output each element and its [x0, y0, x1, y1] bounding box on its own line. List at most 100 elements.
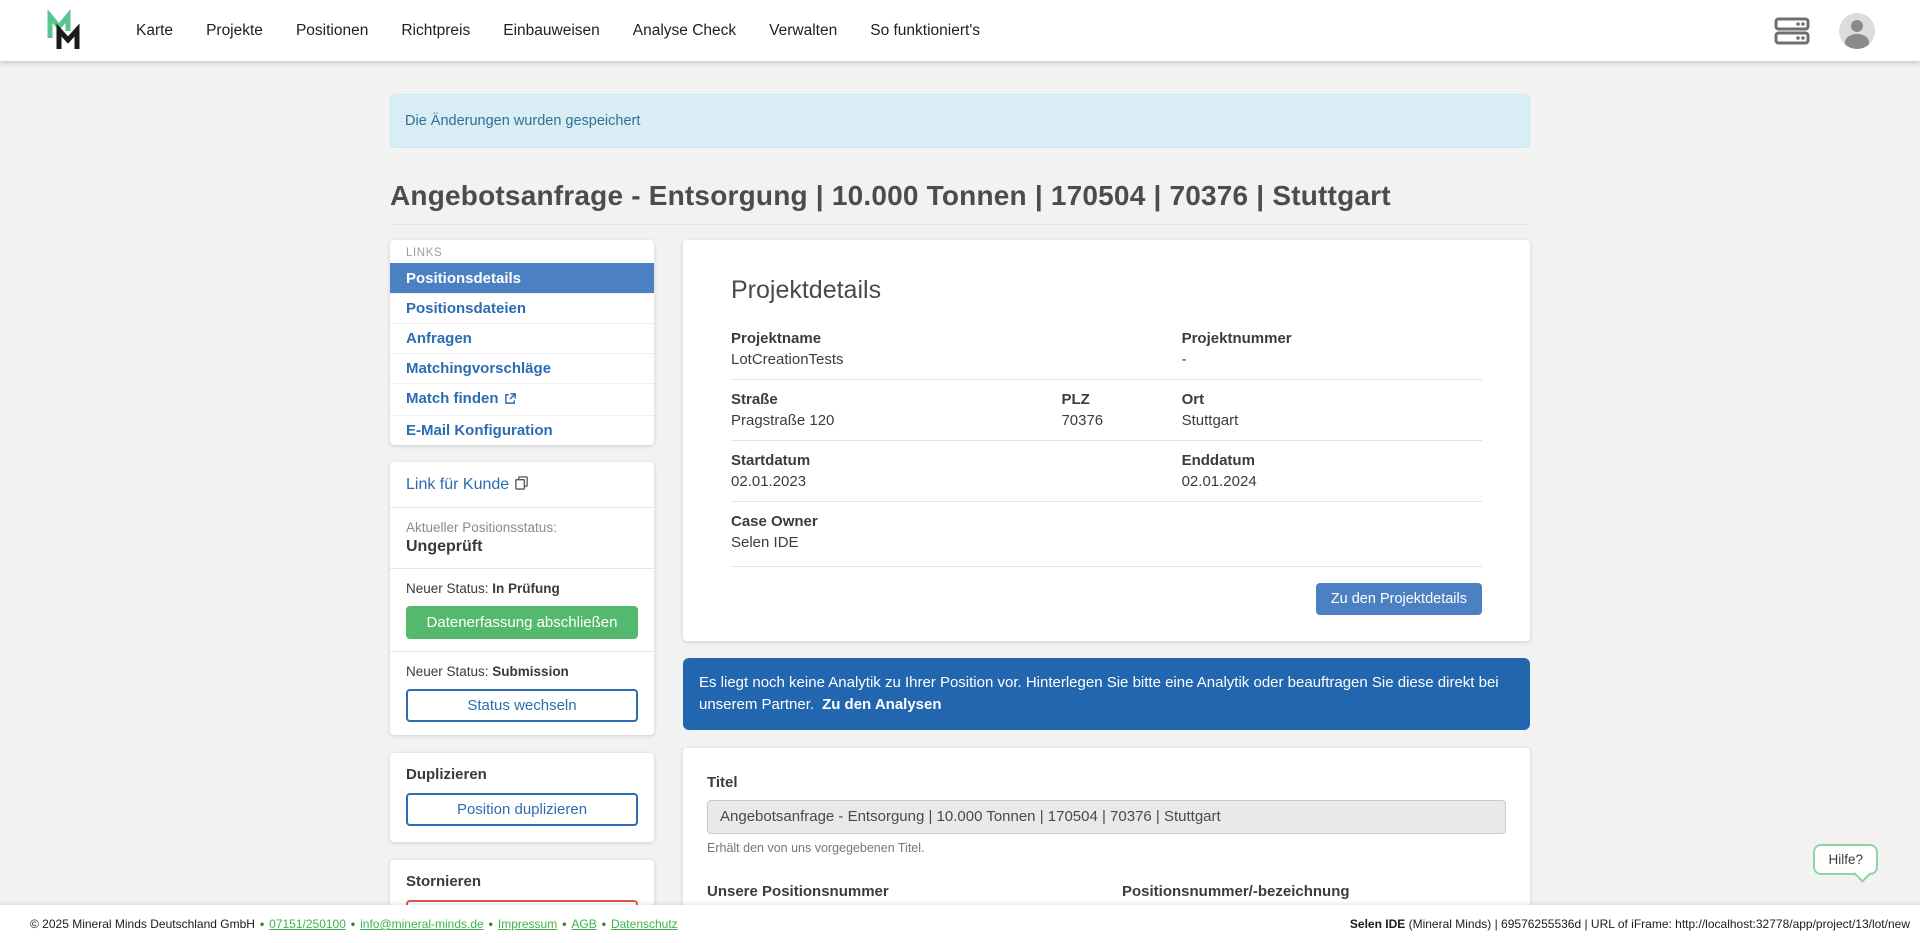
duplicate-position-button[interactable]: Position duplizieren: [406, 793, 638, 826]
footer-user-name: Selen IDE: [1350, 917, 1405, 931]
field-label: Ort: [1182, 391, 1482, 408]
field-value: 70376: [1061, 412, 1181, 429]
customer-link-label: Link für Kunde: [406, 476, 509, 494]
server-stack-button[interactable]: [1773, 16, 1811, 46]
nav-analyse-check[interactable]: Analyse Check: [633, 22, 736, 40]
footer-datenschutz-link[interactable]: Datenschutz: [611, 917, 678, 931]
go-to-project-details-button[interactable]: Zu den Projektdetails: [1316, 583, 1482, 615]
nav-verwalten[interactable]: Verwalten: [769, 22, 837, 40]
nav-positionen[interactable]: Positionen: [296, 22, 368, 40]
sidebar-item-label: Match finden: [406, 390, 499, 407]
main-content: Projektdetails Projektname LotCreationTe…: [683, 240, 1530, 943]
app-logo[interactable]: [42, 8, 88, 54]
footer-phone-link[interactable]: 07151/250100: [269, 917, 346, 931]
footer: © 2025 Mineral Minds Deutschland GmbH • …: [0, 905, 1920, 943]
field-ort: Ort Stuttgart: [1182, 391, 1482, 429]
field-strasse: Straße Pragstraße 120: [731, 391, 1061, 429]
divider: [390, 568, 654, 569]
footer-session-info: Selen IDE (Mineral Minds) | 69576255536d…: [1350, 917, 1910, 931]
user-avatar-icon: [1839, 13, 1875, 49]
copyright-text: © 2025 Mineral Minds Deutschland GmbH: [30, 917, 255, 931]
save-success-alert: Die Änderungen wurden gespeichert: [390, 94, 1530, 148]
separator-dot: •: [260, 917, 264, 931]
analytics-banner: Es liegt noch keine Analytik zu Ihrer Po…: [683, 658, 1530, 730]
server-stack-icon: [1773, 16, 1811, 46]
titel-helper: Erhält den von uns vorgegebenen Titel.: [707, 841, 1506, 855]
top-navbar: Karte Projekte Positionen Richtpreis Ein…: [0, 0, 1920, 61]
field-value: LotCreationTests: [731, 351, 1182, 368]
sidebar-item-positionsdateien[interactable]: Positionsdateien: [390, 293, 654, 323]
footer-email-link[interactable]: info@mineral-minds.de: [360, 917, 484, 931]
footer-impressum-link[interactable]: Impressum: [498, 917, 557, 931]
field-label: Enddatum: [1182, 452, 1482, 469]
field-label: Case Owner: [731, 513, 1482, 530]
separator-dot: •: [602, 917, 606, 931]
main-nav: Karte Projekte Positionen Richtpreis Ein…: [136, 22, 980, 40]
help-button[interactable]: Hilfe?: [1813, 844, 1878, 875]
field-enddatum: Enddatum 02.01.2024: [1182, 452, 1482, 490]
field-value: 02.01.2024: [1182, 473, 1482, 490]
nav-einbauweisen[interactable]: Einbauweisen: [503, 22, 600, 40]
current-status-label: Aktueller Positionsstatus:: [406, 520, 638, 535]
nav-projekte[interactable]: Projekte: [206, 22, 263, 40]
sidebar-item-positionsdetails[interactable]: Positionsdetails: [390, 263, 654, 293]
switch-status-button[interactable]: Status wechseln: [406, 689, 638, 722]
field-label: Projektnummer: [1182, 330, 1482, 347]
go-to-analyses-link[interactable]: Zu den Analysen: [822, 696, 941, 713]
divider: [390, 507, 654, 508]
links-card-header: LINKS: [390, 240, 654, 263]
field-label: PLZ: [1061, 391, 1181, 408]
our-number-label: Unsere Positionsnummer: [707, 883, 889, 900]
separator-dot: •: [351, 917, 355, 931]
field-label: Projektname: [731, 330, 1182, 347]
separator-dot: •: [562, 917, 566, 931]
field-projektname: Projektname LotCreationTests: [731, 330, 1182, 368]
project-row-name-number: Projektname LotCreationTests Projektnumm…: [731, 319, 1482, 379]
copy-icon: [514, 475, 529, 495]
duplicate-heading: Duplizieren: [406, 766, 638, 783]
collapse-card-button[interactable]: [1478, 276, 1482, 292]
project-details-card: Projektdetails Projektname LotCreationTe…: [683, 240, 1530, 641]
status-card: Link für Kunde Aktueller Positionsstatus…: [390, 462, 654, 735]
field-value: 02.01.2023: [731, 473, 1182, 490]
titel-input[interactable]: [707, 800, 1506, 834]
field-value: Stuttgart: [1182, 412, 1482, 429]
sidebar-item-email-konfiguration[interactable]: E-Mail Konfiguration: [390, 415, 654, 445]
mineral-minds-logo-icon: [43, 9, 87, 53]
project-details-title: Projektdetails: [731, 276, 881, 305]
user-avatar-button[interactable]: [1839, 13, 1875, 49]
nav-so-funktionierts[interactable]: So funktioniert's: [870, 22, 980, 40]
new-status-prefix: Neuer Status:: [406, 664, 492, 679]
links-card: LINKS Positionsdetails Positionsdateien …: [390, 240, 654, 445]
sidebar-item-anfragen[interactable]: Anfragen: [390, 323, 654, 353]
new-status-1-value: In Prüfung: [492, 581, 560, 596]
field-label: Startdatum: [731, 452, 1182, 469]
field-projektnummer: Projektnummer -: [1182, 330, 1482, 368]
customer-link[interactable]: Link für Kunde: [406, 475, 529, 495]
nav-richtpreis[interactable]: Richtpreis: [401, 22, 470, 40]
page-title: Angebotsanfrage - Entsorgung | 10.000 To…: [390, 180, 1530, 212]
sidebar-item-matchingvorschlaege[interactable]: Matchingvorschläge: [390, 353, 654, 383]
project-row-dates: Startdatum 02.01.2023 Enddatum 02.01.202…: [731, 440, 1482, 501]
duplicate-card: Duplizieren Position duplizieren: [390, 753, 654, 842]
title-divider: [390, 224, 1530, 225]
custom-number-label: Positionsnummer/-bezeichnung: [1122, 883, 1350, 900]
field-case-owner: Case Owner Selen IDE: [731, 513, 1482, 551]
field-label: Straße: [731, 391, 1061, 408]
field-value: Pragstraße 120: [731, 412, 1061, 429]
new-status-2-value: Submission: [492, 664, 569, 679]
complete-data-entry-button[interactable]: Datenerfassung abschließen: [406, 606, 638, 639]
footer-agb-link[interactable]: AGB: [571, 917, 596, 931]
alert-message: Die Änderungen wurden gespeichert: [405, 113, 640, 129]
sidebar-item-match-finden[interactable]: Match finden: [390, 383, 654, 415]
current-status-value: Ungeprüft: [406, 538, 638, 556]
field-plz: PLZ 70376: [1061, 391, 1181, 429]
cancel-heading: Stornieren: [406, 873, 638, 890]
sidebar: LINKS Positionsdetails Positionsdateien …: [390, 240, 654, 943]
nav-karte[interactable]: Karte: [136, 22, 173, 40]
footer-session-text: (Mineral Minds) | 69576255536d | URL of …: [1405, 917, 1910, 931]
titel-label: Titel: [707, 774, 738, 791]
analytics-banner-text: Es liegt noch keine Analytik zu Ihrer Po…: [699, 674, 1499, 713]
new-status-prefix: Neuer Status:: [406, 581, 492, 596]
field-value: -: [1182, 351, 1482, 368]
